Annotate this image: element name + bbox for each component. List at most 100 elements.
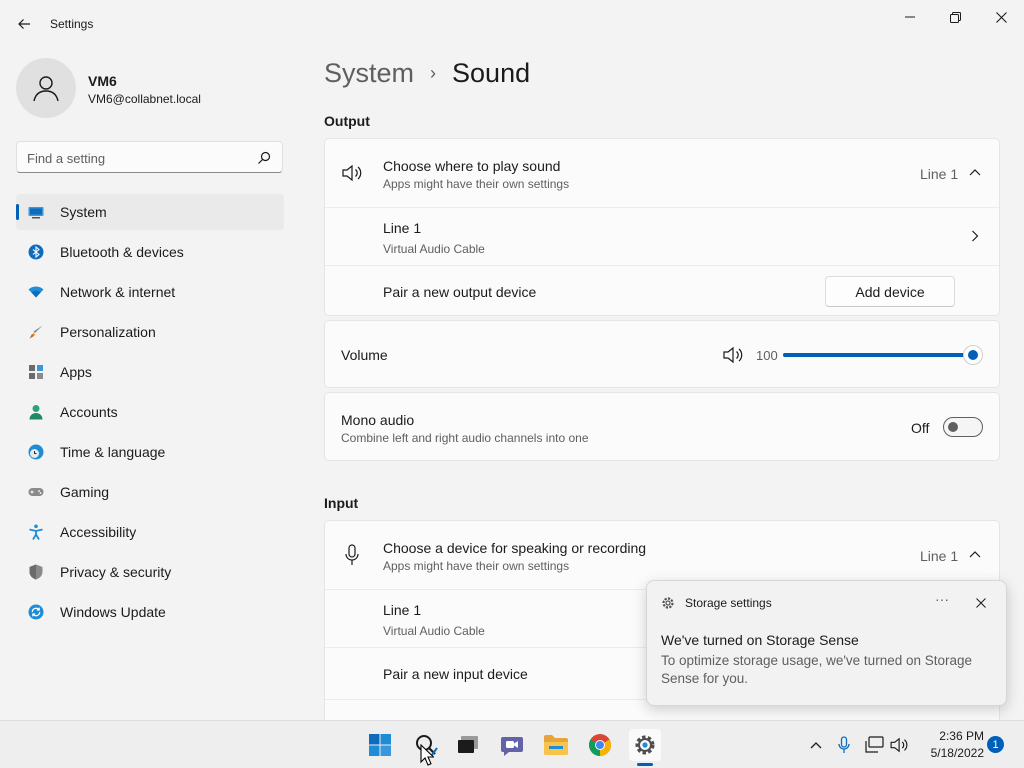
system-icon xyxy=(28,207,44,219)
search-box[interactable] xyxy=(16,141,283,173)
network-ethernet-icon xyxy=(865,736,884,753)
sidebar-item-apps[interactable]: Apps xyxy=(16,354,284,390)
choose-output-subtitle: Apps might have their own settings xyxy=(383,177,570,191)
gamepad-icon xyxy=(28,488,44,496)
selected-output-value: Line 1 xyxy=(920,166,959,182)
show-hidden-icons-button[interactable] xyxy=(806,735,826,755)
microphone-icon xyxy=(345,544,359,565)
mono-audio-toggle[interactable] xyxy=(943,417,983,437)
sidebar-item-label: Personalization xyxy=(60,324,156,340)
bluetooth-icon xyxy=(28,244,44,260)
storage-notification[interactable]: Storage settings ··· We've turned on Sto… xyxy=(646,580,1007,706)
update-icon xyxy=(28,604,44,620)
minimize-button[interactable] xyxy=(887,4,933,30)
close-button[interactable] xyxy=(978,4,1024,30)
output-device-row[interactable]: Line 1 Virtual Audio Cable xyxy=(325,207,999,265)
speaker-icon xyxy=(890,737,908,753)
input-device-subtitle: Virtual Audio Cable xyxy=(383,624,485,638)
sidebar-item-network-internet[interactable]: Network & internet xyxy=(16,274,284,310)
sidebar-item-system[interactable]: System xyxy=(16,194,284,230)
user-profile[interactable]: VM6 VM6@collabnet.local xyxy=(16,58,286,118)
clock-date: 5/18/2022 xyxy=(930,746,984,760)
input-heading: Input xyxy=(324,495,359,511)
notification-more-button[interactable]: ··· xyxy=(929,591,955,613)
sidebar-item-time-language[interactable]: Time & language xyxy=(16,434,284,470)
choose-input-subtitle: Apps might have their own settings xyxy=(383,559,570,573)
volume-slider-thumb[interactable] xyxy=(963,345,983,365)
volume-tray-button[interactable] xyxy=(890,735,910,755)
sidebar-item-label: Time & language xyxy=(60,444,166,460)
settings-taskbar-button[interactable] xyxy=(629,729,661,761)
microphone-tray-button[interactable] xyxy=(834,735,854,755)
chrome-button[interactable] xyxy=(584,729,616,761)
network-tray-button[interactable] xyxy=(865,735,885,755)
choose-input-row[interactable]: Choose a device for speaking or recordin… xyxy=(325,521,999,589)
folder-icon xyxy=(544,735,568,755)
windows-logo-icon xyxy=(369,734,391,756)
selected-input-value: Line 1 xyxy=(920,548,959,564)
sidebar-item-label: Apps xyxy=(60,364,92,380)
input-device-name: Line 1 xyxy=(383,602,422,618)
maximize-button[interactable] xyxy=(932,4,978,30)
sidebar-item-label: Gaming xyxy=(60,484,110,500)
person-icon xyxy=(33,76,59,102)
sidebar-item-accounts[interactable]: Accounts xyxy=(16,394,284,430)
notification-app-name: Storage settings xyxy=(685,596,772,610)
search-icon[interactable] xyxy=(256,150,272,166)
chrome-icon xyxy=(589,734,611,756)
output-heading: Output xyxy=(324,113,370,129)
chevron-up-icon xyxy=(810,742,822,749)
close-icon xyxy=(995,11,1007,23)
notification-body: To optimize storage usage, we've turned … xyxy=(661,653,973,686)
apps-icon xyxy=(29,365,43,379)
back-arrow-icon xyxy=(18,19,30,29)
sidebar-item-bluetooth-devices[interactable]: Bluetooth & devices xyxy=(16,234,284,270)
search-input[interactable] xyxy=(27,148,247,168)
file-explorer-button[interactable] xyxy=(540,729,572,761)
sidebar-item-label: Bluetooth & devices xyxy=(60,244,184,260)
output-device-subtitle: Virtual Audio Cable xyxy=(383,242,485,256)
sidebar-item-windows-update[interactable]: Windows Update xyxy=(16,594,284,630)
back-button[interactable] xyxy=(10,10,38,38)
restore-icon xyxy=(949,11,961,23)
breadcrumb-chevron-icon: › xyxy=(430,63,437,83)
chevron-up-icon[interactable] xyxy=(969,550,981,558)
volume-speaker-icon[interactable] xyxy=(723,346,745,364)
selection-indicator xyxy=(16,204,19,220)
choose-output-title: Choose where to play sound xyxy=(383,158,561,174)
task-view-button[interactable] xyxy=(452,729,484,761)
close-icon xyxy=(976,598,986,608)
breadcrumb: System › Sound xyxy=(324,58,530,94)
speaker-icon xyxy=(342,164,362,182)
breadcrumb-parent-link[interactable]: System xyxy=(324,58,414,89)
sidebar-item-label: Network & internet xyxy=(60,284,176,300)
notification-count-badge[interactable]: 1 xyxy=(987,736,1004,753)
wifi-icon xyxy=(28,286,44,298)
sidebar-item-personalization[interactable]: Personalization xyxy=(16,314,284,350)
sidebar-item-gaming[interactable]: Gaming xyxy=(16,474,284,510)
sidebar-item-privacy-security[interactable]: Privacy & security xyxy=(16,554,284,590)
user-name: VM6 xyxy=(88,73,117,89)
shield-icon xyxy=(29,564,43,580)
mouse-cursor-icon xyxy=(420,744,434,766)
teams-chat-icon xyxy=(501,737,523,756)
microphone-icon xyxy=(838,736,850,753)
volume-slider[interactable] xyxy=(783,353,973,357)
chevron-right-icon[interactable] xyxy=(971,230,979,242)
sidebar-item-label: Privacy & security xyxy=(60,564,172,580)
sidebar-item-label: System xyxy=(60,204,107,220)
mono-audio-card: Mono audio Combine left and right audio … xyxy=(324,392,1000,461)
sidebar-item-accessibility[interactable]: Accessibility xyxy=(16,514,284,550)
start-button[interactable] xyxy=(364,729,396,761)
chevron-up-icon[interactable] xyxy=(969,168,981,176)
chat-button[interactable] xyxy=(496,729,528,761)
clock-globe-icon xyxy=(28,444,44,460)
active-app-indicator xyxy=(637,763,653,766)
clock[interactable]: 2:36 PM 5/18/2022 xyxy=(914,728,984,762)
taskbar: 2:36 PM 5/18/2022 1 xyxy=(0,720,1024,768)
choose-output-row[interactable]: Choose where to play sound Apps might ha… xyxy=(325,139,999,207)
add-device-button[interactable]: Add device xyxy=(825,276,955,307)
mono-audio-title: Mono audio xyxy=(341,412,415,428)
volume-label: Volume xyxy=(341,347,388,363)
notification-close-button[interactable] xyxy=(971,593,991,613)
